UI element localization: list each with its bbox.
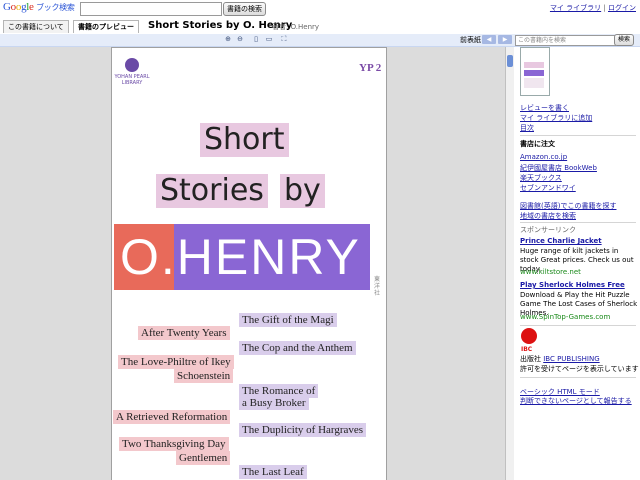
tab-about-book[interactable]: この書籍について <box>3 20 69 33</box>
zoom-out-icon[interactable]: ⊖ <box>236 35 244 43</box>
story-title: The Gift of the Magi <box>239 313 337 327</box>
publisher-link[interactable]: IBC PUBLISHING <box>543 355 599 363</box>
sidebar: レビューを書く マイ ライブラリに追加 目次 書店に注文 Amazon.co.j… <box>517 47 640 480</box>
author-name-large: O.HENRY <box>120 229 361 285</box>
story-title: The Last Leaf <box>239 465 307 479</box>
ad-url[interactable]: www.kiltstore.net <box>520 268 581 276</box>
thumbnail-title-band <box>524 62 544 68</box>
viewer-scrollbar[interactable] <box>505 47 514 480</box>
single-page-icon[interactable]: ▯ <box>252 35 260 43</box>
vertical-publisher-note: 東洋社 <box>374 276 381 297</box>
inbook-search-input[interactable]: この書籍内を検索 <box>515 35 616 46</box>
divider <box>520 135 636 136</box>
logo-letter: e <box>29 1 34 13</box>
top-bar: Google ブック検索 書籍の検索 マイ ライブラリ | ログイン <box>0 0 640 18</box>
buy-heading: 書店に注文 <box>520 140 555 148</box>
store-link-rakuten[interactable]: 楽天ブックス <box>520 173 562 183</box>
viewer-toolbar: ⊕ ⊖ ▯ ▭ ⛶ 前表紙 ◀ ▶ この書籍内を検索 検索 <box>0 34 640 47</box>
publisher-line: 出版社 IBC PUBLISHING <box>520 354 600 364</box>
book-search-input[interactable] <box>80 2 222 16</box>
user-links: マイ ライブラリ | ログイン <box>550 3 636 13</box>
ad-title[interactable]: Play Sherlock Holmes Free <box>520 281 625 289</box>
login-link[interactable]: ログイン <box>608 4 636 12</box>
chevron-right-icon: ▶ <box>502 36 508 43</box>
logo-letter: G <box>3 1 11 13</box>
fullscreen-icon[interactable]: ⛶ <box>280 35 288 43</box>
google-book-search-logo[interactable]: Google ブック検索 <box>3 1 75 13</box>
cover-thumbnail[interactable] <box>520 47 550 96</box>
story-title: Two Thanksgiving Day <box>119 437 229 451</box>
find-in-library-link[interactable]: 図書館(英語)でこの書籍を探す <box>520 201 616 211</box>
scrollbar-thumb[interactable] <box>507 55 513 67</box>
page-viewer[interactable]: YOHAN PEARL LIBRARY YP 2 Short Stories b… <box>0 47 505 480</box>
story-title: The Love-Philtre of Ikey <box>118 355 234 369</box>
store-link-amazon[interactable]: Amazon.co.jp <box>520 153 567 161</box>
publisher-logo-icon <box>521 328 537 344</box>
cover-title-stories: Stories <box>156 174 268 208</box>
story-title: The Duplicity of Hargraves <box>239 423 367 437</box>
inbook-search-button[interactable]: 検索 <box>614 34 635 46</box>
prev-page-button[interactable]: ◀ <box>482 35 496 44</box>
logo-subtitle: ブック検索 <box>36 3 75 12</box>
store-link-7andy[interactable]: セブンアンドワイ <box>520 183 576 193</box>
chevron-left-icon: ◀ <box>486 36 492 43</box>
story-title: Gentlemen <box>176 451 231 465</box>
series-badge: YP 2 <box>359 62 382 74</box>
publisher-prefix: 出版社 <box>520 355 541 363</box>
my-library-link[interactable]: マイ ライブラリ <box>550 4 601 12</box>
page-position-label: 前表紙 <box>460 36 481 44</box>
find-local-store-link[interactable]: 地域の書店を検索 <box>520 211 576 221</box>
search-books-button[interactable]: 書籍の検索 <box>223 2 266 16</box>
two-page-icon[interactable]: ▭ <box>265 35 273 43</box>
cover-title-short: Short <box>200 123 289 157</box>
story-title: A Retrieved Reformation <box>113 410 231 424</box>
write-review-link[interactable]: レビューを書く <box>520 103 569 113</box>
divider <box>520 222 636 223</box>
story-title: Schoenstein <box>174 369 234 383</box>
ad-title[interactable]: Prince Charlie Jacket <box>520 237 602 245</box>
story-title: After Twenty Years <box>138 326 230 340</box>
ad-url[interactable]: www.SpinTop-Games.com <box>520 313 610 321</box>
cover-title-by: by <box>280 174 325 208</box>
tab-row: この書籍について 書籍のプレビュー Short Stories by O. He… <box>0 18 640 35</box>
author-banner: O.HENRY <box>114 224 370 290</box>
next-page-button[interactable]: ▶ <box>498 35 512 44</box>
book-cover-page: YOHAN PEARL LIBRARY YP 2 Short Stories b… <box>111 47 387 480</box>
sponsored-heading: スポンサーリンク <box>520 226 576 234</box>
book-author: 著者: O.Henry <box>272 23 320 31</box>
permission-note: 許可を受けてページを表示しています <box>520 365 639 373</box>
divider <box>520 325 636 326</box>
divider <box>520 377 636 378</box>
thumbnail-author-band <box>524 70 544 76</box>
zoom-in-icon[interactable]: ⊕ <box>224 35 232 43</box>
report-problem-link[interactable]: 判断できないページとして報告する <box>520 396 632 406</box>
store-link-kinokuniya[interactable]: 紀伊國屋書店 BookWeb <box>520 163 597 173</box>
publisher-logo-label: IBC <box>521 346 533 353</box>
table-of-contents-link[interactable]: 目次 <box>520 123 534 133</box>
thumbnail-stories-band <box>524 78 544 88</box>
link-separator: | <box>603 4 606 12</box>
publisher-logo-icon <box>125 58 139 72</box>
add-to-library-link[interactable]: マイ ライブラリに追加 <box>520 113 592 123</box>
story-title: a Busy Broker <box>239 396 309 410</box>
story-title: The Cop and the Anthem <box>239 341 356 355</box>
book-title: Short Stories by O. Henry <box>148 20 293 31</box>
publisher-logo: YOHAN PEARL LIBRARY <box>114 58 150 86</box>
tab-book-preview[interactable]: 書籍のプレビュー <box>73 20 139 33</box>
publisher-logo-text: YOHAN PEARL LIBRARY <box>114 74 150 86</box>
